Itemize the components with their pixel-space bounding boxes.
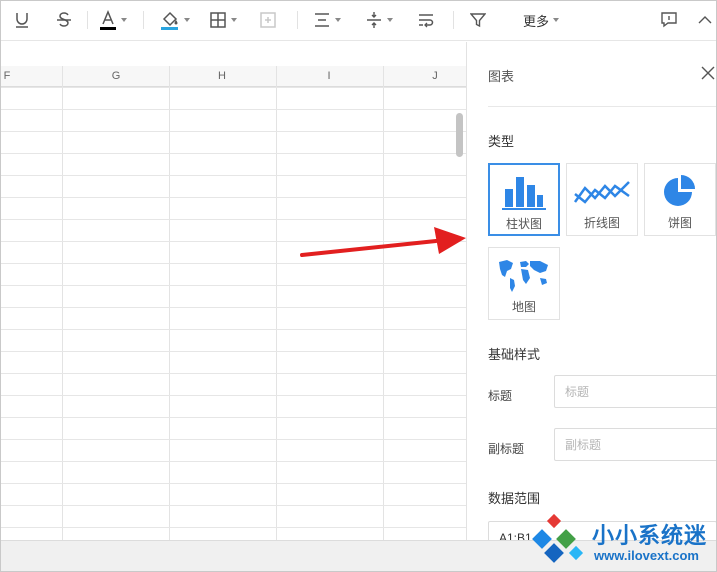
grid-row-line: [1, 109, 466, 110]
grid-row-line: [1, 175, 466, 176]
wrap-text-button[interactable]: [415, 7, 437, 33]
horizontal-align-button[interactable]: [309, 7, 345, 33]
subtitle-field-label: 副标题: [488, 442, 525, 456]
grid-row-line: [1, 131, 466, 132]
style-section-label: 基础样式: [488, 347, 541, 362]
filter-icon: [470, 13, 486, 28]
close-icon: [701, 66, 715, 80]
panel-divider: [488, 106, 716, 107]
wrap-text-icon: [419, 14, 434, 28]
grid-row-line: [1, 153, 466, 154]
toolbar-divider: [87, 11, 88, 29]
font-color-button[interactable]: [95, 7, 131, 33]
chevron-down-icon: [121, 18, 127, 22]
close-button[interactable]: [701, 66, 716, 82]
watermark: 小小系统迷 www.ilovext.com: [527, 514, 717, 572]
grid-row-line: [1, 219, 466, 220]
merge-cells-button[interactable]: [257, 7, 279, 33]
grid-row-line: [1, 197, 466, 198]
chevron-down-icon: [553, 18, 559, 22]
chevron-down-icon: [231, 18, 237, 22]
vertical-align-button[interactable]: [361, 7, 397, 33]
horizontal-align-icon: [315, 13, 329, 27]
column-header-f[interactable]: F: [4, 70, 11, 82]
red-arrow-annotation: [300, 227, 466, 257]
chart-type-label: 地图: [511, 300, 536, 314]
grid-row-line: [1, 395, 466, 396]
chevron-down-icon: [335, 18, 341, 22]
fill-color-icon: [161, 11, 178, 30]
type-section-label: 类型: [488, 134, 515, 149]
grid-row-line: [1, 461, 466, 462]
chart-type-bar[interactable]: 柱状图: [488, 163, 560, 236]
grid-row-line: [1, 285, 466, 286]
collapse-toolbar-button[interactable]: [695, 7, 715, 33]
more-label: 更多: [522, 13, 549, 29]
panel-title: 图表: [488, 69, 515, 84]
grid-column-line: [169, 66, 170, 540]
chart-type-label: 饼图: [667, 216, 692, 230]
bar-chart-icon: [502, 177, 546, 210]
grid-row-line: [1, 505, 466, 506]
border-button[interactable]: [205, 7, 241, 33]
chart-type-label: 折线图: [583, 216, 620, 230]
line-chart-icon: [573, 181, 630, 204]
chart-panel: 图表 类型 柱状图 折线图 饼图 地图 基础样式 标题 标题 副标题 副标题 数…: [466, 42, 716, 540]
collapse-icon: [698, 16, 712, 24]
grid-row-line: [1, 329, 466, 330]
more-button[interactable]: 更多: [517, 7, 565, 33]
font-color-icon: [100, 10, 116, 30]
chevron-down-icon: [387, 18, 393, 22]
watermark-url: www.ilovext.com: [594, 548, 699, 563]
toolbar-divider: [143, 11, 144, 29]
comment-button[interactable]: [657, 7, 681, 33]
grid-row-line: [1, 351, 466, 352]
column-header-row: F G H I J: [1, 66, 466, 87]
grid-row-line: [1, 439, 466, 440]
filter-button[interactable]: [467, 7, 489, 33]
grid-column-line: [383, 66, 384, 540]
toolbar-divider: [453, 11, 454, 29]
grid-row-line: [1, 87, 466, 88]
vertical-scrollbar-thumb[interactable]: [456, 113, 463, 157]
grid-row-line: [1, 417, 466, 418]
column-header-g[interactable]: G: [112, 70, 121, 82]
watermark-brand: 小小系统迷: [592, 524, 708, 549]
merge-cells-icon: [260, 12, 276, 28]
world-map-icon: [499, 260, 548, 292]
strikethrough-button[interactable]: [53, 7, 75, 33]
column-header-i[interactable]: I: [327, 70, 330, 82]
pie-chart-icon: [664, 175, 695, 206]
strikethrough-icon: [57, 12, 71, 27]
chart-type-label: 柱状图: [505, 217, 542, 231]
underline-button[interactable]: [11, 7, 33, 33]
chart-type-map[interactable]: 地图: [488, 247, 560, 320]
vertical-align-icon: [367, 12, 381, 28]
subtitle-input[interactable]: [554, 428, 716, 461]
fill-color-button[interactable]: [157, 7, 193, 33]
chevron-down-icon: [184, 18, 190, 22]
column-header-h[interactable]: H: [218, 70, 226, 82]
underline-icon: [16, 13, 28, 28]
column-header-j[interactable]: J: [432, 70, 438, 82]
grid-row-line: [1, 373, 466, 374]
border-icon: [210, 12, 226, 28]
comment-icon: [661, 12, 677, 28]
grid-column-line: [62, 66, 63, 540]
chart-type-pie[interactable]: 饼图: [644, 163, 716, 236]
chart-type-line[interactable]: 折线图: [566, 163, 638, 236]
grid-row-line: [1, 527, 466, 528]
toolbar: 更多: [1, 1, 716, 41]
toolbar-divider: [297, 11, 298, 29]
title-field-label: 标题: [488, 389, 513, 403]
watermark-logo: [532, 514, 584, 563]
grid-row-line: [1, 483, 466, 484]
title-input[interactable]: [554, 375, 716, 408]
range-section-label: 数据范围: [488, 491, 541, 506]
grid-column-line: [276, 66, 277, 540]
grid-row-line: [1, 307, 466, 308]
